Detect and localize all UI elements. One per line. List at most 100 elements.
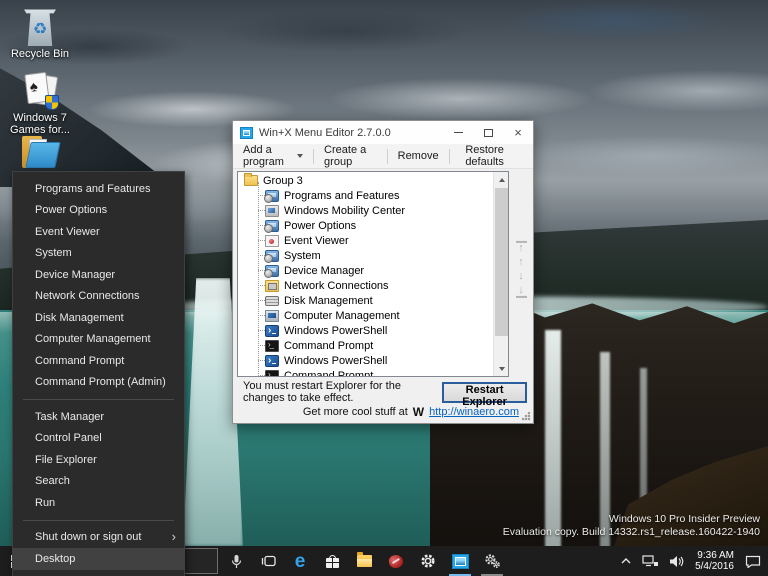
- window-content: Group 3 Programs and Features Windows Mo…: [233, 169, 533, 379]
- volume-button[interactable]: [664, 555, 689, 568]
- list-item[interactable]: Command Prompt: [238, 338, 492, 353]
- list-item[interactable]: Windows Mobility Center: [238, 203, 492, 218]
- tree-branch: [258, 315, 265, 316]
- menu-item-label: Command Prompt (Admin): [35, 376, 166, 389]
- move-to-top-button[interactable]: ↑: [515, 240, 527, 254]
- winx-item-computer-management[interactable]: Computer Management: [13, 329, 184, 351]
- list-item[interactable]: System: [238, 248, 492, 263]
- winx-item-disk-management[interactable]: Disk Management: [13, 307, 184, 329]
- menu-item-label: System: [35, 247, 72, 260]
- winx-item-task-manager[interactable]: Task Manager: [13, 406, 184, 428]
- list-item[interactable]: Windows PowerShell: [238, 353, 492, 368]
- restart-explorer-button[interactable]: Restart Explorer: [442, 381, 527, 408]
- create-a-group-button[interactable]: Create a group: [320, 142, 381, 170]
- system-icon: [264, 249, 279, 263]
- list-item[interactable]: Windows PowerShell: [238, 323, 492, 338]
- list-item[interactable]: Device Manager: [238, 263, 492, 278]
- winx-editor-taskbar-button[interactable]: [444, 546, 476, 576]
- menu-separator: [23, 519, 174, 521]
- toolbar-separator: [313, 148, 315, 164]
- window-titlebar[interactable]: Win+X Menu Editor 2.7.0.0 ×: [233, 121, 533, 144]
- waterfall: [545, 330, 561, 576]
- list-scrollbar[interactable]: [493, 172, 508, 376]
- status-text: You must restart Explorer for the change…: [243, 380, 401, 404]
- microphone-button[interactable]: [220, 546, 252, 576]
- list-item[interactable]: Disk Management: [238, 293, 492, 308]
- tray-expand-button[interactable]: [615, 557, 637, 565]
- mobility-center-icon: [265, 204, 279, 217]
- winx-item-shutdown[interactable]: Shut down or sign out ›: [13, 527, 184, 549]
- task-view-button[interactable]: [252, 546, 284, 576]
- winx-item-power-options[interactable]: Power Options: [13, 200, 184, 222]
- list-item-label: Group 3: [263, 174, 303, 187]
- list-item[interactable]: Network Connections: [238, 278, 492, 293]
- scrollbar-thumb[interactable]: [495, 188, 508, 336]
- list-item[interactable]: Programs and Features: [238, 188, 492, 203]
- menu-item-label: Power Options: [35, 204, 108, 217]
- list-item[interactable]: Event Viewer: [238, 233, 492, 248]
- store-button[interactable]: [316, 546, 348, 576]
- tree-branch: [258, 285, 265, 286]
- winx-item-search[interactable]: Search: [13, 471, 184, 493]
- list-item[interactable]: Command Prompt: [238, 368, 492, 376]
- action-center-icon: [745, 555, 761, 568]
- minimize-button[interactable]: [443, 121, 473, 144]
- list-item[interactable]: Power Options: [238, 218, 492, 233]
- network-icon: [642, 554, 659, 566]
- submenu-chevron-icon: ›: [171, 529, 176, 545]
- command-prompt-icon: [265, 339, 279, 352]
- close-button[interactable]: ×: [503, 121, 533, 144]
- menu-items-list[interactable]: Group 3 Programs and Features Windows Mo…: [237, 171, 509, 377]
- group-folder-icon: [244, 173, 258, 186]
- winx-item-device-manager[interactable]: Device Manager: [13, 264, 184, 286]
- clock-time: 9:36 AM: [697, 550, 734, 561]
- settings-button[interactable]: [412, 546, 444, 576]
- move-down-button[interactable]: ↓: [516, 270, 527, 282]
- window-title: Win+X Menu Editor 2.7.0.0: [259, 126, 391, 139]
- folder-icon: [20, 134, 61, 170]
- taskbar-app-icons: e: [220, 546, 508, 576]
- network-button[interactable]: [637, 554, 664, 568]
- desktop-icon-folder[interactable]: [4, 134, 76, 170]
- winx-item-command-prompt-admin[interactable]: Command Prompt (Admin): [13, 372, 184, 394]
- desktop-icon-windows7-games[interactable]: Windows 7 Games for...: [4, 71, 76, 136]
- disk-management-icon: [265, 295, 279, 306]
- maximize-button[interactable]: [473, 121, 503, 144]
- file-explorer-button[interactable]: [348, 546, 380, 576]
- winx-item-event-viewer[interactable]: Event Viewer: [13, 221, 184, 243]
- winx-item-file-explorer[interactable]: File Explorer: [13, 449, 184, 471]
- scroll-up-button[interactable]: [494, 172, 508, 187]
- gears-app-button[interactable]: [476, 546, 508, 576]
- store-icon: [325, 554, 339, 568]
- add-a-program-button[interactable]: Add a program: [239, 142, 307, 170]
- action-center-button[interactable]: [740, 555, 766, 568]
- menu-item-label: Task Manager: [35, 410, 105, 423]
- remove-button[interactable]: Remove: [394, 148, 443, 164]
- resize-grip[interactable]: [522, 412, 531, 421]
- winx-item-command-prompt[interactable]: Command Prompt: [13, 350, 184, 372]
- footer-text: Get more cool stuff at: [302, 406, 408, 418]
- list-item-label: System: [284, 249, 321, 262]
- desktop-icon-recycle-bin[interactable]: Recycle Bin: [4, 8, 76, 60]
- winx-item-network-connections[interactable]: Network Connections: [13, 286, 184, 308]
- red-app-button[interactable]: [380, 546, 412, 576]
- restore-defaults-button[interactable]: Restore defaults: [461, 142, 527, 170]
- tree-branch: [258, 210, 265, 211]
- taskbar-clock[interactable]: 9:36 AM 5/4/2016: [689, 550, 740, 572]
- list-item-label: Computer Management: [284, 309, 400, 322]
- list-item-group[interactable]: Group 3: [238, 173, 492, 188]
- winx-item-control-panel[interactable]: Control Panel: [13, 428, 184, 450]
- move-up-button[interactable]: ↑: [516, 256, 527, 268]
- edge-button[interactable]: e: [284, 546, 316, 576]
- move-to-bottom-button[interactable]: ↓: [515, 284, 527, 298]
- clock-date: 5/4/2016: [695, 561, 734, 572]
- watermark-line1: Windows 10 Pro Insider Preview: [608, 513, 760, 525]
- winaero-link[interactable]: http://winaero.com: [429, 406, 519, 418]
- dropdown-arrow-icon: [297, 154, 304, 158]
- winx-item-system[interactable]: System: [13, 243, 184, 265]
- scroll-down-button[interactable]: [494, 361, 508, 376]
- list-item[interactable]: Computer Management: [238, 308, 492, 323]
- winx-item-desktop[interactable]: Desktop: [13, 548, 184, 570]
- winx-item-run[interactable]: Run: [13, 492, 184, 514]
- winx-item-programs-and-features[interactable]: Programs and Features: [13, 178, 184, 200]
